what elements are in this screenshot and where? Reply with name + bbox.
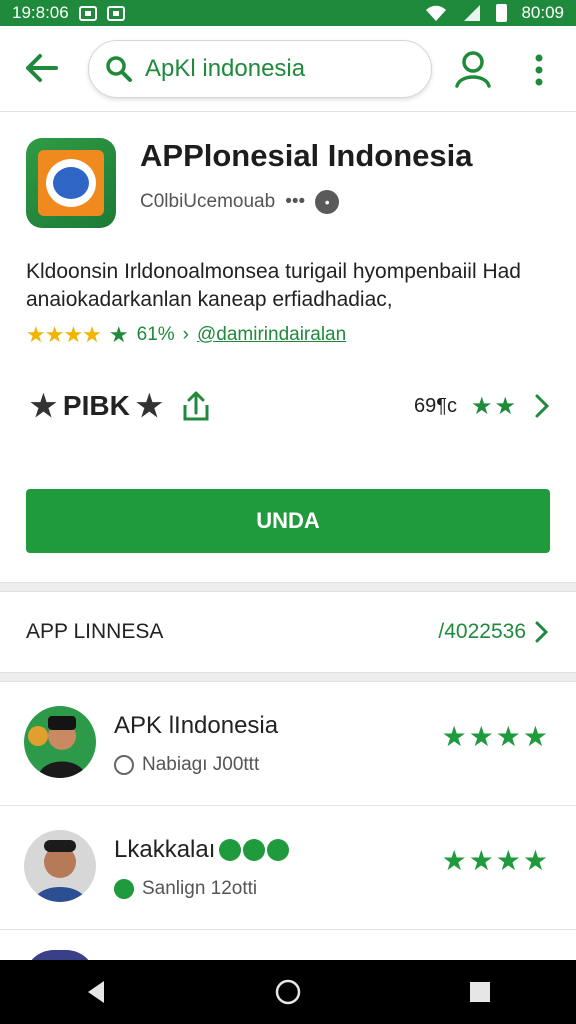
- app-logo-icon: [26, 138, 116, 228]
- list-item-sub: Nabiagı J00ttt: [114, 754, 259, 776]
- developer-link[interactable]: @damirindairalan: [197, 324, 346, 346]
- top-app-bar: ApKl indonesia: [0, 26, 576, 112]
- status-bar: 19:8:06 80:09: [0, 0, 576, 26]
- signal-icon: [464, 5, 481, 21]
- app-title: APPlonesial Indonesia: [140, 138, 473, 173]
- list-item-stars: ★★★★: [441, 845, 550, 876]
- install-button[interactable]: UNDA: [26, 489, 550, 553]
- section-header[interactable]: APP LINNESA /4022536: [0, 592, 576, 672]
- rating-percent: 61%: [136, 324, 175, 345]
- back-arrow-icon: [26, 54, 58, 82]
- account-button[interactable]: [452, 48, 494, 90]
- nav-back-icon: [88, 981, 104, 1003]
- avatar: [24, 706, 96, 778]
- nav-home-button[interactable]: [264, 968, 312, 1016]
- list-item-stars: ★★★★: [441, 721, 550, 752]
- nav-back-button[interactable]: [72, 968, 120, 1016]
- section-more-link[interactable]: /4022536: [438, 620, 550, 644]
- developer-name: C0lbiUcemouab: [140, 191, 276, 212]
- app-detail-card: APPlonesial Indonesia C0lbiUcemouab ••• …: [0, 112, 576, 582]
- account-icon: [455, 51, 491, 88]
- badge-icon: [114, 879, 134, 899]
- stat-label: PIBK: [62, 390, 130, 421]
- rating-line: ★★★★ ★ 61% › @damirindairalan: [26, 322, 346, 348]
- notification-icon-2: [106, 5, 125, 21]
- app-description: Kldoonsin Irldonoalmonsea turigail hyomp…: [26, 260, 521, 311]
- more-options-button[interactable]: [526, 50, 552, 90]
- back-button[interactable]: [20, 48, 64, 88]
- status-time: 19:8:06: [12, 3, 69, 22]
- verified-badge-icon: [219, 839, 290, 861]
- list-item-title: Lkakkalaı: [114, 836, 216, 863]
- partial-list-item[interactable]: [0, 930, 576, 980]
- battery-icon: [496, 4, 508, 22]
- list-item[interactable]: APK lIndonesia Nabiagı J00ttt ★★★★: [0, 682, 576, 806]
- developer-info-icon[interactable]: •: [315, 190, 340, 214]
- search-icon: [106, 56, 132, 82]
- downloads-count: 69¶c: [413, 394, 457, 417]
- developer-row[interactable]: C0lbiUcemouab ••• •: [140, 190, 340, 214]
- nav-recents-button[interactable]: [456, 968, 504, 1016]
- share-icon[interactable]: [179, 389, 213, 423]
- nav-recents-icon: [470, 982, 490, 1002]
- rating-separator: ›: [182, 324, 189, 345]
- star-icon-2: ★: [135, 389, 163, 423]
- chevron-right-icon[interactable]: [532, 393, 552, 419]
- avatar: [24, 830, 96, 902]
- search-input[interactable]: ApKl indonesia: [88, 40, 432, 98]
- info-icon: [114, 755, 134, 775]
- stats-row: ★ PIBK ★ 69¶c ★★: [30, 384, 552, 428]
- rating-stars-icon: ★★★★: [26, 322, 102, 347]
- system-nav-bar: [0, 960, 576, 1024]
- list-item-subtitle: Sanlign 12otti: [142, 878, 258, 899]
- developer-more: •••: [285, 191, 306, 212]
- more-vert-icon: [535, 54, 543, 86]
- wifi-icon: [426, 5, 447, 21]
- nav-home-icon: [275, 979, 301, 1005]
- rating-star-green-icon: ★: [108, 322, 129, 347]
- list-item[interactable]: Lkakkalaı Sanlign 12otti ★★★★: [0, 806, 576, 930]
- list-item-name: APK lIndonesia: [114, 712, 278, 740]
- notification-icon: [78, 5, 97, 21]
- section-divider: [0, 582, 576, 592]
- list-item-title: APK lIndonesia: [114, 712, 279, 739]
- green-stars-icon: ★★: [470, 392, 518, 420]
- search-query: ApKl indonesia: [145, 55, 306, 82]
- chevron-right-icon: [535, 621, 549, 643]
- star-icon: ★: [30, 389, 57, 423]
- section-title: APP LINNESA: [26, 620, 164, 643]
- list-item-sub: Sanlign 12otti: [114, 878, 257, 900]
- status-clock-right: 80:09: [521, 3, 564, 22]
- list-item-subtitle: Nabiagı J00ttt: [142, 754, 260, 775]
- list-item-name: Lkakkalaı: [114, 836, 290, 864]
- section-divider-2: [0, 672, 576, 682]
- section-count: /4022536: [438, 620, 526, 643]
- app-list: APK lIndonesia Nabiagı J00ttt ★★★★ Lkakk…: [0, 682, 576, 930]
